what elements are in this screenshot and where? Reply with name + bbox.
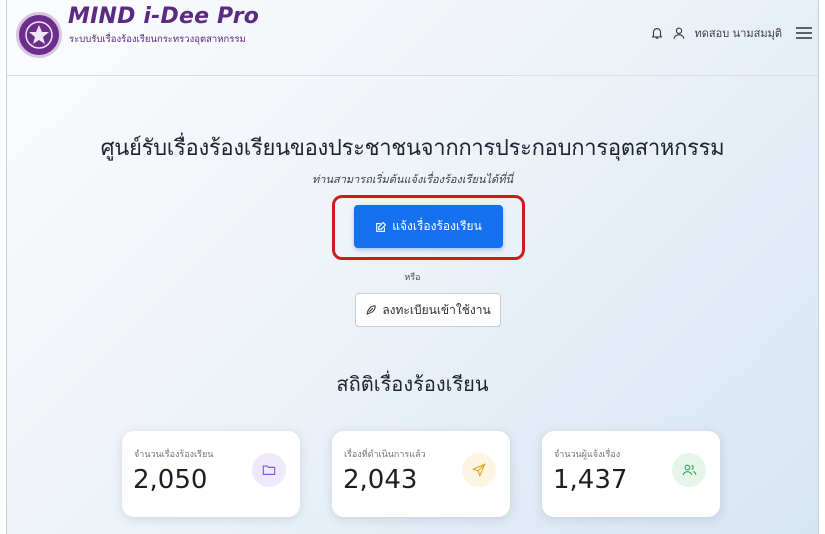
app-frame: MIND i-Dee Pro ระบบรับเรื่องร้องเรียนกระ… (6, 0, 819, 534)
stat-label: เรื่องที่ดำเนินการแล้ว (344, 450, 426, 460)
brand-subtitle: ระบบรับเรื่องร้องเรียนกระทรวงอุตสาหกรรม (69, 34, 246, 45)
or-separator: หรือ (404, 273, 421, 283)
stat-label: จำนวนเรื่องร้องเรียน (134, 450, 214, 460)
users-icon (672, 453, 706, 487)
page-title: ศูนย์รับเรื่องร้องเรียนของประชาชนจากการป… (100, 136, 725, 161)
register-button[interactable]: ลงทะเบียนเข้าใช้งาน (355, 293, 501, 327)
stat-card-complaints: จำนวนเรื่องร้องเรียน 2,050 (122, 431, 300, 517)
stat-value: 1,437 (553, 465, 628, 495)
stat-value: 2,043 (343, 465, 418, 495)
report-complaint-label: แจ้งเรื่องร้องเรียน (392, 219, 482, 233)
ministry-seal-icon[interactable] (16, 12, 62, 58)
page-subtitle: ท่านสามารถเริ่มต้นแจ้งเรื่องร้องเรียนได้… (312, 173, 513, 186)
stats-title: สถิติเรื่องร้องเรียน (336, 372, 489, 396)
feather-icon (365, 304, 377, 316)
user-icon[interactable] (672, 26, 686, 40)
user-name[interactable]: ทดสอบ นามสมมุติ (694, 24, 782, 42)
top-header: MIND i-Dee Pro ระบบรับเรื่องร้องเรียนกระ… (7, 0, 818, 76)
stat-label: จำนวนผู้แจ้งเรื่อง (554, 450, 621, 460)
menu-icon[interactable] (796, 26, 812, 40)
stat-value: 2,050 (133, 465, 208, 495)
stat-card-reporters: จำนวนผู้แจ้งเรื่อง 1,437 (542, 431, 720, 517)
folder-icon (252, 453, 286, 487)
edit-icon (375, 221, 387, 233)
bell-icon[interactable] (650, 26, 664, 40)
register-label: ลงทะเบียนเข้าใช้งาน (382, 302, 491, 317)
stat-card-processed: เรื่องที่ดำเนินการแล้ว 2,043 (332, 431, 510, 517)
send-icon (462, 453, 496, 487)
report-complaint-button[interactable]: แจ้งเรื่องร้องเรียน (354, 205, 503, 248)
header-actions: ทดสอบ นามสมมุติ (650, 24, 812, 42)
brand-title[interactable]: MIND i-Dee Pro (68, 4, 259, 29)
